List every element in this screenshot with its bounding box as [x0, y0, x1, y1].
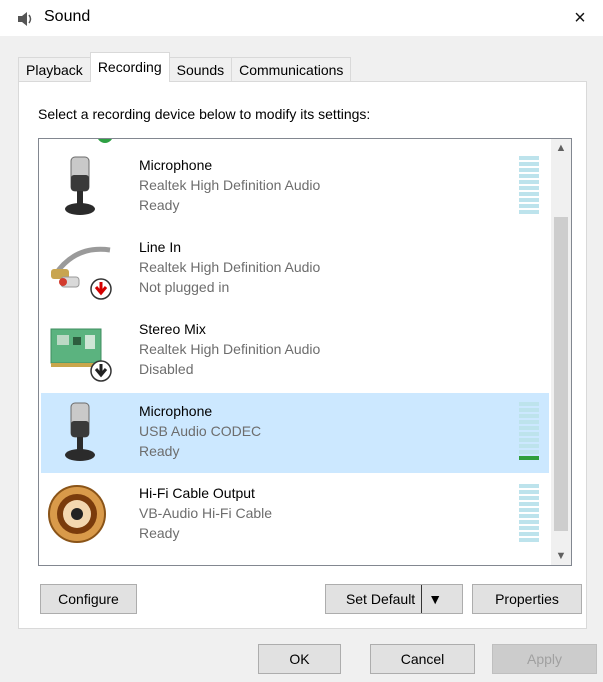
level-segment [519, 538, 539, 542]
scroll-up-button[interactable]: ▲ [551, 139, 571, 157]
level-segment [519, 156, 539, 160]
level-segment [519, 168, 539, 172]
chevron-down-icon: ▼ [555, 550, 567, 562]
device-item-hifi-cable-output[interactable]: Hi-Fi Cable Output VB-Audio Hi-Fi Cable … [41, 475, 549, 555]
level-segment [519, 192, 539, 196]
device-name: Line In [139, 239, 182, 255]
device-status: Not plugged in [139, 279, 230, 295]
level-segment [519, 502, 539, 506]
level-segment [519, 408, 539, 412]
device-item-microphone-usb[interactable]: Microphone USB Audio CODEC Ready [41, 393, 549, 473]
set-default-label: Set Default [345, 591, 416, 607]
level-segment [519, 490, 539, 494]
level-segment [519, 186, 539, 190]
chevron-up-icon: ▲ [555, 142, 567, 154]
level-segment [519, 450, 539, 454]
level-segment [519, 514, 539, 518]
level-segment [519, 402, 539, 406]
properties-button[interactable]: Properties [472, 584, 582, 614]
level-segment [519, 174, 539, 178]
level-segment [519, 210, 539, 214]
level-segment [519, 438, 539, 442]
window-title: Sound [44, 8, 91, 25]
level-meter [519, 402, 539, 460]
rca-jack-icon [48, 485, 106, 543]
microphone-icon [65, 156, 95, 215]
close-button[interactable]: × [557, 0, 603, 36]
set-default-button[interactable]: Set Default ▼ [325, 584, 463, 614]
level-segment [519, 456, 539, 460]
level-segment [519, 180, 539, 184]
level-segment [519, 432, 539, 436]
device-item-microphone-realtek[interactable]: Microphone Realtek High Definition Audio… [41, 147, 549, 227]
device-status: Disabled [139, 361, 194, 377]
stereo-mix-icon [50, 328, 112, 382]
level-segment [519, 204, 539, 208]
device-description: VB-Audio Hi-Fi Cable [139, 505, 273, 521]
microphone-icon [65, 402, 95, 461]
vertical-scrollbar[interactable]: ▲ ▼ [551, 139, 571, 565]
tab-sounds[interactable]: Sounds [168, 57, 233, 82]
close-icon: × [574, 6, 586, 29]
configure-button[interactable]: Configure [40, 584, 137, 614]
level-segment [519, 526, 539, 530]
tab-recording[interactable]: Recording [89, 52, 170, 82]
tab-communications[interactable]: Communications [231, 57, 352, 82]
level-segment [519, 444, 539, 448]
recording-panel: Select a recording device below to modif… [18, 81, 587, 629]
level-segment [519, 420, 539, 424]
device-name: Hi-Fi Cable Output [139, 485, 255, 501]
level-segment [519, 162, 539, 166]
dropdown-arrow-icon: ▼ [428, 591, 443, 607]
level-segment [519, 508, 539, 512]
device-status: Ready [139, 525, 180, 541]
dialog-button-bar: OK Cancel Apply [0, 629, 603, 682]
level-segment [519, 532, 539, 536]
device-description: Realtek High Definition Audio [139, 341, 321, 357]
cancel-button[interactable]: Cancel [370, 644, 475, 674]
level-segment [519, 414, 539, 418]
device-name: Stereo Mix [139, 321, 206, 337]
level-segment [519, 484, 539, 488]
tab-playback[interactable]: Playback [18, 57, 91, 82]
device-item-line-in[interactable]: Line In Realtek High Definition Audio No… [41, 229, 549, 309]
device-name: Microphone [139, 403, 213, 419]
device-status: Ready [139, 443, 180, 459]
ok-button[interactable]: OK [258, 644, 341, 674]
level-segment [519, 426, 539, 430]
level-segment [519, 496, 539, 500]
title-bar: Sound × [0, 0, 603, 36]
scroll-thumb[interactable] [554, 217, 568, 531]
level-segment [519, 520, 539, 524]
level-meter [519, 484, 539, 542]
instruction-text: Select a recording device below to modif… [38, 106, 371, 122]
partial-device-icon [97, 139, 113, 143]
level-meter [519, 156, 539, 214]
device-name: Microphone [139, 157, 213, 173]
speaker-icon [18, 12, 32, 26]
device-list[interactable]: Microphone Realtek High Definition Audio… [38, 138, 572, 566]
tab-strip: Playback Recording Sounds Communications [18, 52, 352, 82]
apply-button[interactable]: Apply [492, 644, 597, 674]
device-description: Realtek High Definition Audio [139, 177, 321, 193]
device-status: Ready [139, 197, 180, 213]
line-in-icon [51, 246, 112, 300]
device-item-stereo-mix[interactable]: Stereo Mix Realtek High Definition Audio… [41, 311, 549, 391]
level-segment [519, 198, 539, 202]
device-description: Realtek High Definition Audio [139, 259, 321, 275]
set-default-dropdown[interactable]: ▼ [421, 585, 442, 613]
device-description: USB Audio CODEC [139, 423, 262, 439]
scroll-down-button[interactable]: ▼ [551, 547, 571, 565]
